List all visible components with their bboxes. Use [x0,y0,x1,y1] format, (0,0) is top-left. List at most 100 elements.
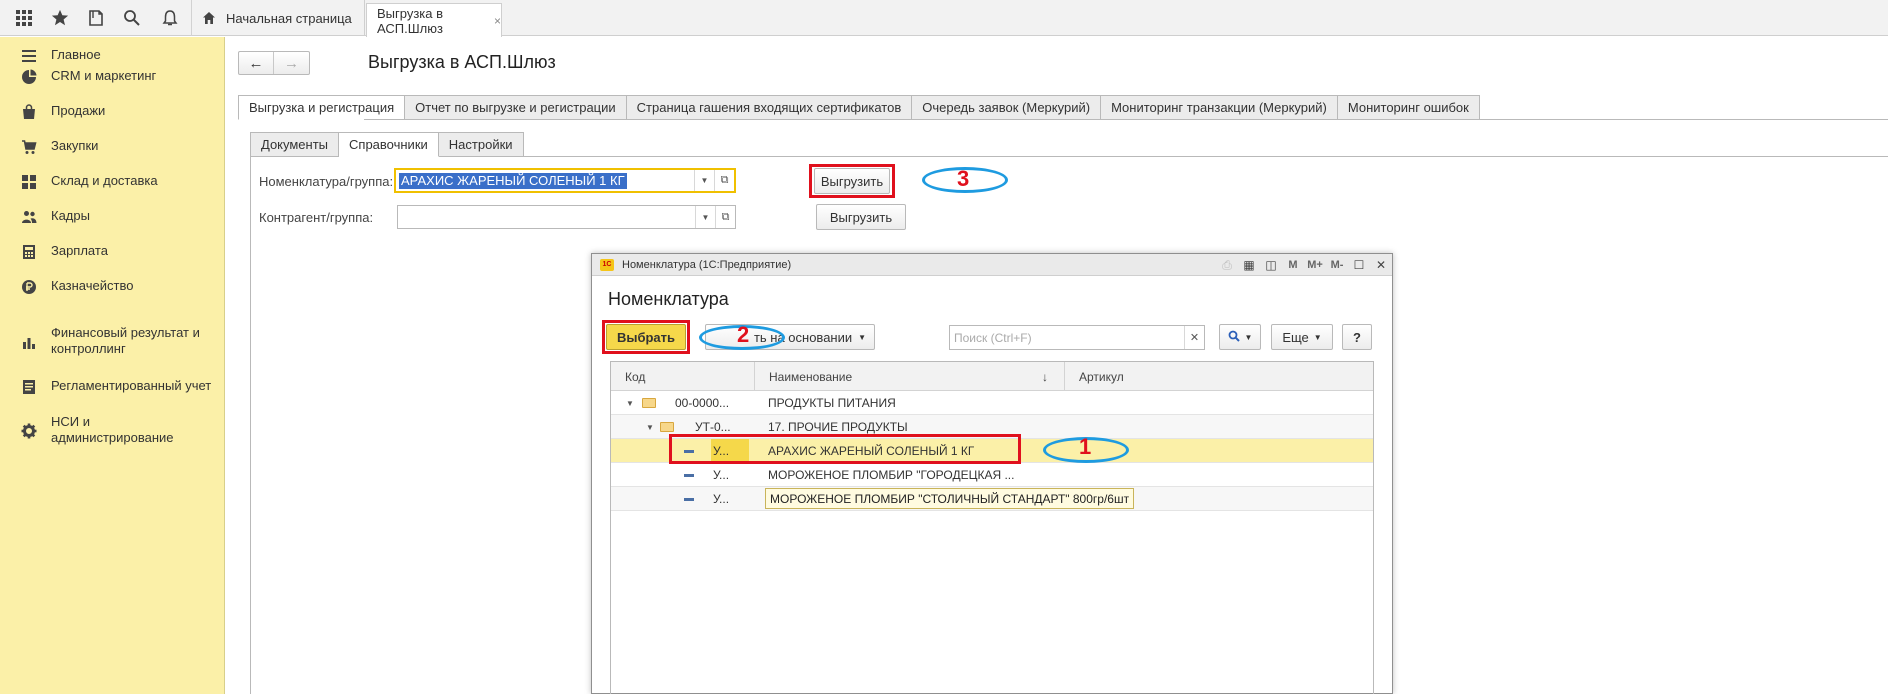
name-tooltip: МОРОЖЕНОЕ ПЛОМБИР "СТОЛИЧНЫЙ СТАНДАРТ" 8… [765,488,1135,509]
sidebar: Главное CRM и маркетинг Продажи Закупки … [0,37,225,694]
sidebar-item-label: Зарплата [51,243,108,258]
sidebar-item-regulated-accounting[interactable]: Регламентированный учет [0,378,225,395]
memory-m-plus-icon[interactable]: M+ [1304,259,1326,271]
dialog-window-tools: ⎙ ▦ ◫ M M+ M- ☐ ✕ [1216,254,1392,276]
chevron-down-icon[interactable]: ▼ [694,170,714,191]
sidebar-item-label: НСИ и администрирование [51,414,174,445]
nomenclature-table: Код Наименование ↓ Артикул ▼ 00-0000... … [610,361,1374,694]
close-tab-icon[interactable]: × [494,14,501,28]
tab-export-report[interactable]: Отчет по выгрузке и регистрации [405,95,627,120]
sidebar-item-salary[interactable]: Зарплата [0,243,225,260]
export-contractor-button[interactable]: Выгрузить [816,204,906,230]
contractor-value [401,209,405,225]
dialog-window-title: Номенклатура (1С:Предприятие) [622,258,792,271]
help-button[interactable]: ? [1342,324,1372,350]
open-form-icon[interactable]: ⧉ [715,206,735,228]
calculator-icon [21,244,37,260]
tab-export-asp-label: Выгрузка в АСП.Шлюз [377,5,444,36]
sidebar-item-crm[interactable]: CRM и маркетинг [0,68,225,85]
sidebar-item-label: Продажи [51,103,106,118]
sidebar-item-admin[interactable]: НСИ и администрирование [0,414,225,446]
collapse-caret-icon[interactable]: ▼ [646,423,656,432]
row-name: ПРОДУКТЫ ПИТАНИЯ [768,396,896,410]
open-form-icon[interactable]: ⧉ [714,170,734,191]
tab-error-monitoring[interactable]: Мониторинг ошибок [1337,95,1480,120]
sidebar-item-purchases[interactable]: Закупки [0,138,225,155]
nomenclature-field[interactable]: АРАХИС ЖАРЕНЫЙ СОЛЕНЫЙ 1 КГ ▼ ⧉ [394,168,736,193]
calendar-icon[interactable]: ◫ [1260,258,1282,272]
history-nav: ← → [238,51,310,75]
search-placeholder: Поиск (Ctrl+F) [954,331,1032,345]
sort-arrow-icon: ↓ [1042,369,1048,384]
sidebar-item-treasury[interactable]: Казначейство [0,278,225,295]
tab-certificate-redemption[interactable]: Страница гашения входящих сертификатов [626,95,913,120]
tab-transaction-monitoring[interactable]: Мониторинг транзакции (Меркурий) [1101,95,1338,120]
sidebar-item-label: Закупки [51,138,99,153]
sidebar-item-warehouse[interactable]: Склад и доставка [0,173,225,190]
chevron-down-icon[interactable]: ▼ [695,206,715,228]
nomenclature-dialog: 1C Номенклатура (1С:Предприятие) ⎙ ▦ ◫ M… [591,253,1393,694]
clear-icon[interactable]: ✕ [1184,326,1204,349]
close-icon[interactable]: ✕ [1370,258,1392,272]
apps-grid-icon[interactable] [12,6,36,30]
table-row[interactable]: У... МОРОЖЕНОЕ ПЛОМБИР "ГОРОДЕЦКАЯ ... [611,463,1373,487]
annotation-number-1: 1 [1079,434,1092,459]
chevron-down-icon: ▼ [1313,332,1322,342]
tab-home[interactable]: Начальная страница [192,0,365,36]
annotation-number-2: 2 [737,322,750,347]
back-arrow-icon[interactable]: ← [239,52,275,74]
folder-icon [642,398,656,408]
top-bar: Начальная страница Выгрузка в АСП.Шлюз × [0,0,1888,37]
sidebar-item-sales[interactable]: Продажи [0,103,225,120]
table-row[interactable]: ▼ 00-0000... ПРОДУКТЫ ПИТАНИЯ [611,391,1373,415]
favorites-star-icon[interactable] [48,6,72,30]
sidebar-item-main[interactable]: Главное [0,47,225,64]
calculator-icon[interactable]: ▦ [1238,258,1260,272]
maximize-icon[interactable]: ☐ [1348,258,1370,272]
sidebar-item-label: Кадры [51,208,90,223]
memory-m-minus-icon[interactable]: M- [1326,259,1348,271]
search-input[interactable]: Поиск (Ctrl+F) ✕ [949,325,1205,350]
sidebar-item-financial-result[interactable]: Финансовый результат и контроллинг [0,325,225,357]
tab-request-queue[interactable]: Очередь заявок (Меркурий) [912,95,1102,120]
notifications-bell-icon[interactable] [158,6,182,30]
row-code: У... [713,468,730,482]
search-icon [1228,330,1240,345]
search-icon[interactable] [120,6,144,30]
gear-icon [21,423,37,439]
contractor-field[interactable]: ▼ ⧉ [397,205,736,229]
column-header-name[interactable]: Наименование ↓ [755,362,1065,391]
subtab-catalogs[interactable]: Справочники [339,132,439,157]
menu-icon [21,48,37,64]
search-button[interactable]: ▼ [1219,324,1261,350]
tab-export-asp[interactable]: Выгрузка в АСП.Шлюз × [366,3,502,37]
print-icon[interactable]: ⎙ [1216,258,1238,273]
collapse-caret-icon[interactable]: ▼ [626,399,636,408]
nomenclature-value: АРАХИС ЖАРЕНЫЙ СОЛЕНЫЙ 1 КГ [399,173,627,189]
sub-tabs: Документы Справочники Настройки [250,132,524,157]
history-icon[interactable] [84,6,108,30]
folder-icon [660,422,674,432]
more-button[interactable]: Еще ▼ [1271,324,1333,350]
contractor-label: Контрагент/группа: [259,210,374,225]
memory-m-icon[interactable]: M [1282,259,1304,271]
bar-chart-icon [21,334,37,350]
sidebar-item-label: Финансовый результат и контроллинг [51,325,200,356]
tab-export-registration[interactable]: Выгрузка и регистрация [238,95,406,120]
main-tabs: Выгрузка и регистрация Отчет по выгрузке… [238,95,1480,120]
item-icon [684,473,694,477]
pie-chart-icon [21,69,37,85]
chevron-down-icon: ▼ [1244,332,1253,342]
page-title: Выгрузка в АСП.Шлюз [368,52,556,72]
sidebar-item-hr[interactable]: Кадры [0,208,225,225]
column-header-code[interactable]: Код [611,362,755,391]
warehouse-icon [21,174,37,190]
tab-home-label: Начальная страница [226,10,352,26]
subtab-settings[interactable]: Настройки [438,132,524,157]
home-icon [202,10,218,26]
forward-arrow-icon[interactable]: → [274,52,309,74]
column-header-article[interactable]: Артикул [1065,362,1373,391]
highlight-box-export [809,164,895,198]
subtab-documents[interactable]: Документы [250,132,340,157]
table-header: Код Наименование ↓ Артикул [611,362,1373,391]
